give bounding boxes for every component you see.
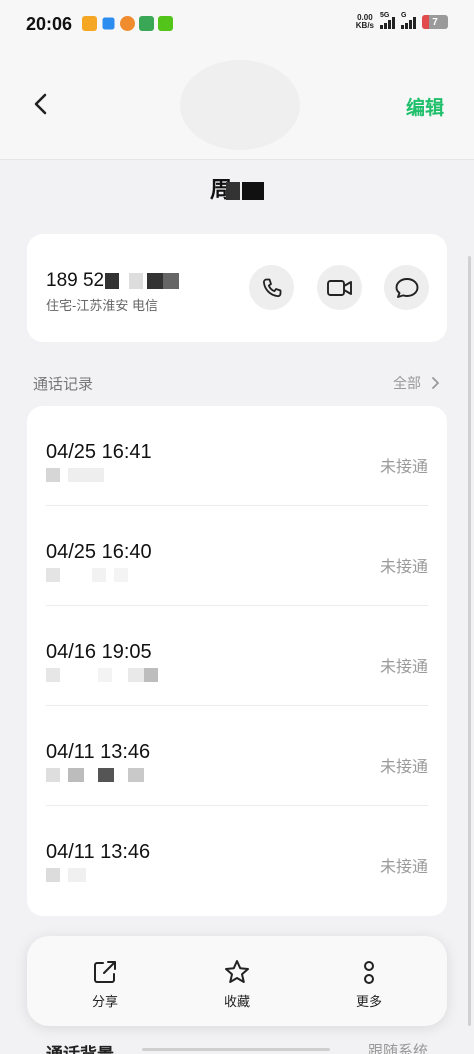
redaction-mask: [242, 182, 264, 201]
call-background-value[interactable]: 跟随系统: [368, 1040, 428, 1054]
back-arrow-icon[interactable]: [28, 90, 56, 118]
call-time: 04/16 19:05: [46, 641, 152, 663]
phone-number[interactable]: 189 52: [46, 270, 180, 292]
call-log-list: 04/25 16:41 未接通 04/25 16:40 未接通 04/16 19…: [27, 406, 447, 916]
phone-icon: [262, 278, 281, 297]
call-status: 未接通: [379, 559, 428, 576]
divider: [142, 1048, 330, 1051]
app-notification-icon: [139, 16, 154, 31]
scrollbar[interactable]: [468, 256, 471, 1026]
contact-name: 周: [0, 172, 474, 204]
call-log-row[interactable]: 04/25 16:41 未接通: [27, 406, 447, 506]
call-time: 04/25 16:40: [46, 541, 152, 563]
call-background-label: 通话背景: [46, 1040, 114, 1054]
header: 编辑: [0, 50, 474, 160]
call-log-row[interactable]: 04/25 16:40 未接通: [27, 506, 447, 606]
bottom-action-bar: 分享 收藏 更多: [27, 936, 447, 1026]
battery-icon: 7: [422, 15, 448, 29]
call-log-row[interactable]: 04/11 13:46 未接通: [27, 706, 447, 806]
redaction-mask: [226, 182, 240, 201]
check-notification-icon: [158, 16, 173, 31]
call-status: 未接通: [379, 759, 428, 776]
call-status: 未接通: [379, 859, 428, 876]
call-detail-redacted: [46, 868, 86, 882]
more-icon: [364, 961, 374, 984]
message-button[interactable]: [384, 265, 429, 310]
status-time: 20:06: [26, 14, 73, 34]
phone-card: 189 52 住宅-江苏淮安 电信: [27, 234, 447, 342]
call-button[interactable]: [249, 265, 294, 310]
call-status: 未接通: [379, 659, 428, 676]
call-status: 未接通: [379, 459, 428, 476]
call-log-row[interactable]: 04/11 13:46 未接通: [27, 806, 447, 906]
call-time: 04/25 16:41: [46, 441, 152, 463]
app-notification-icon: [102, 17, 115, 30]
call-time: 04/11 13:46: [46, 841, 151, 863]
video-icon: [326, 279, 352, 296]
more-button[interactable]: 更多: [329, 958, 409, 1010]
star-icon: [225, 960, 249, 983]
chevron-right-icon: [432, 377, 439, 389]
share-button[interactable]: 分享: [65, 958, 145, 1010]
phone-location: 住宅-江苏淮安 电信: [46, 298, 158, 313]
call-detail-redacted: [46, 668, 158, 682]
share-icon: [94, 961, 116, 983]
call-time: 04/11 13:46: [46, 741, 151, 763]
call-log-all-link[interactable]: 全部: [393, 373, 441, 393]
call-detail-redacted: [46, 768, 144, 782]
favorite-button[interactable]: 收藏: [197, 958, 277, 1010]
app-notification-icon: [120, 16, 135, 31]
avatar: [180, 60, 300, 150]
call-detail-redacted: [46, 568, 128, 582]
video-call-button[interactable]: [317, 265, 362, 310]
edit-button[interactable]: 编辑: [406, 93, 444, 120]
signal-icon: G: [401, 12, 416, 29]
message-icon: [395, 277, 418, 298]
signal-icon: 5G: [380, 12, 395, 29]
call-log-title: 通话记录: [33, 376, 94, 393]
call-log-row[interactable]: 04/16 19:05 未接通: [27, 606, 447, 706]
call-detail-redacted: [46, 468, 104, 482]
notification-icons: [82, 16, 173, 31]
net-speed: 0.00 KB/s: [355, 13, 374, 30]
status-bar: 20:06 0.00 KB/s 5G G 7: [0, 0, 474, 50]
app-notification-icon: [82, 16, 97, 31]
